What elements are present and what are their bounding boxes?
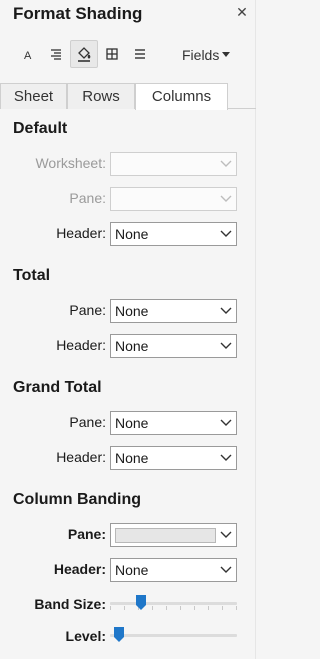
grand-total-pane-label: Pane: bbox=[69, 414, 106, 430]
tab-columns[interactable]: Columns bbox=[135, 83, 228, 110]
slider-thumb[interactable] bbox=[114, 627, 124, 642]
total-header-dropdown[interactable]: None bbox=[110, 334, 237, 358]
caret-down-icon bbox=[222, 52, 231, 57]
slider-tick bbox=[236, 606, 237, 610]
alignment-icon[interactable] bbox=[42, 40, 70, 68]
format-shading-panel: Format Shading ✕ A Fields Sheet Rows Col… bbox=[0, 0, 256, 659]
fields-label: Fields bbox=[182, 47, 220, 63]
section-default: Default bbox=[13, 120, 68, 137]
banding-pane-color-dropdown[interactable] bbox=[110, 523, 237, 547]
default-pane-dropdown bbox=[110, 187, 237, 211]
panel-title: Format Shading bbox=[13, 4, 143, 23]
worksheet-label: Worksheet: bbox=[35, 155, 106, 171]
section-column-banding: Column Banding bbox=[13, 491, 141, 508]
slider-tick bbox=[180, 606, 181, 610]
slider-tick bbox=[208, 606, 209, 610]
chevron-down-icon bbox=[220, 566, 232, 573]
slider-tick bbox=[152, 606, 153, 610]
format-toolbar: A Fields bbox=[0, 38, 256, 72]
chevron-down-icon bbox=[220, 531, 232, 538]
close-icon[interactable]: ✕ bbox=[236, 5, 248, 19]
slider-tick bbox=[194, 606, 195, 610]
total-header-label: Header: bbox=[56, 337, 106, 353]
tab-sheet[interactable]: Sheet bbox=[0, 83, 67, 109]
section-grand-total: Grand Total bbox=[13, 379, 102, 396]
banding-header-dropdown[interactable]: None bbox=[110, 558, 237, 582]
svg-text:A: A bbox=[24, 50, 32, 61]
grand-total-pane-dropdown[interactable]: None bbox=[110, 411, 237, 435]
chevron-down-icon bbox=[220, 160, 232, 167]
default-header-label: Header: bbox=[56, 225, 106, 241]
chevron-down-icon bbox=[220, 307, 232, 314]
color-swatch bbox=[115, 528, 216, 543]
chevron-down-icon bbox=[220, 195, 232, 202]
total-pane-label: Pane: bbox=[69, 302, 106, 318]
slider-tick bbox=[124, 606, 125, 610]
band-size-label: Band Size: bbox=[34, 596, 106, 612]
level-slider[interactable] bbox=[110, 627, 237, 643]
default-pane-label: Pane: bbox=[69, 190, 106, 206]
chevron-down-icon bbox=[220, 230, 232, 237]
slider-tick bbox=[222, 606, 223, 610]
level-label: Level: bbox=[65, 628, 106, 644]
grand-total-header-dropdown[interactable]: None bbox=[110, 446, 237, 470]
tab-rows[interactable]: Rows bbox=[67, 83, 135, 109]
chevron-down-icon bbox=[220, 419, 232, 426]
lines-icon[interactable] bbox=[126, 40, 154, 68]
shading-icon[interactable] bbox=[70, 40, 98, 68]
slider-tick bbox=[166, 606, 167, 610]
worksheet-dropdown bbox=[110, 152, 237, 176]
chevron-down-icon bbox=[220, 454, 232, 461]
slider-track bbox=[110, 602, 237, 605]
chevron-down-icon bbox=[220, 342, 232, 349]
band-size-slider[interactable] bbox=[110, 595, 237, 611]
section-total: Total bbox=[13, 267, 51, 284]
total-pane-dropdown[interactable]: None bbox=[110, 299, 237, 323]
font-icon[interactable]: A bbox=[14, 40, 42, 68]
slider-thumb[interactable] bbox=[136, 595, 146, 610]
slider-tick bbox=[110, 606, 111, 610]
banding-pane-label: Pane: bbox=[67, 526, 106, 542]
tab-bar: Sheet Rows Columns bbox=[0, 82, 256, 110]
borders-icon[interactable] bbox=[98, 40, 126, 68]
banding-header-label: Header: bbox=[53, 561, 106, 577]
grand-total-header-label: Header: bbox=[56, 449, 106, 465]
fields-dropdown[interactable]: Fields bbox=[182, 45, 231, 65]
slider-track bbox=[110, 634, 237, 637]
default-header-dropdown[interactable]: None bbox=[110, 222, 237, 246]
